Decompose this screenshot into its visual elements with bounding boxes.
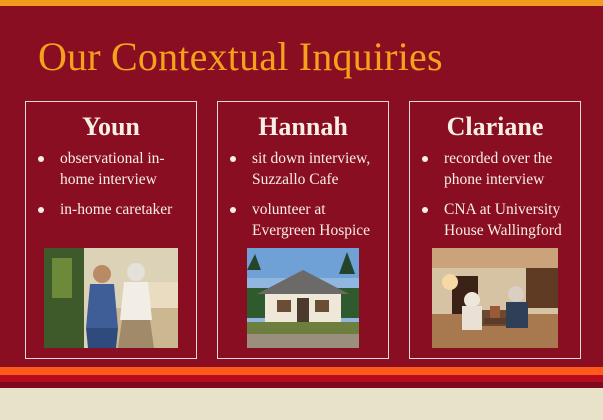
bullet-item: recorded over the phone interview [422,148,572,190]
bullet-list: observational in-home interview in-home … [26,148,196,229]
bullet-text: observational in-home interview [60,150,165,188]
bullet-text: in-home caretaker [60,201,173,218]
bullet-dot-icon [422,156,428,162]
bottom-band-red [0,375,603,382]
caregiver-with-elderly-woman-photo [44,248,178,348]
card-youn: Youn observational in-home interview in-… [25,101,197,359]
hospice-building-photo [247,248,359,348]
bullet-text: sit down interview, Suzzallo Cafe [252,150,371,188]
bullet-dot-icon [38,207,44,213]
bullet-dot-icon [230,156,236,162]
bullet-item: volunteer at Evergreen Hospice [230,199,380,241]
bullet-dot-icon [230,207,236,213]
card-name: Hannah [258,112,348,141]
bullet-item: in-home caretaker [38,199,188,220]
retirement-home-lounge-photo [432,248,558,348]
bullet-list: sit down interview, Suzzallo Cafe volunt… [218,148,388,250]
bullet-dot-icon [38,156,44,162]
bullet-list: recorded over the phone interview CNA at… [410,148,580,250]
bullet-text: volunteer at Evergreen Hospice [252,201,371,239]
bullet-item: CNA at University House Wallingford [422,199,572,241]
slide-title: Our Contextual Inquiries [38,34,443,79]
bottom-band-cream [0,388,603,420]
bullet-dot-icon [422,207,428,213]
bullet-text: recorded over the phone interview [444,150,553,188]
bottom-band-orange [0,367,603,375]
bullet-text: CNA at University House Wallingford [444,201,562,239]
slide: Our Contextual Inquiries Youn observatio… [0,0,603,420]
bullet-item: observational in-home interview [38,148,188,190]
card-name: Clariane [446,112,544,141]
bullet-item: sit down interview, Suzzallo Cafe [230,148,380,190]
card-hannah: Hannah sit down interview, Suzzallo Cafe… [217,101,389,359]
card-name: Youn [82,112,140,141]
card-clariane: Clariane recorded over the phone intervi… [409,101,581,359]
